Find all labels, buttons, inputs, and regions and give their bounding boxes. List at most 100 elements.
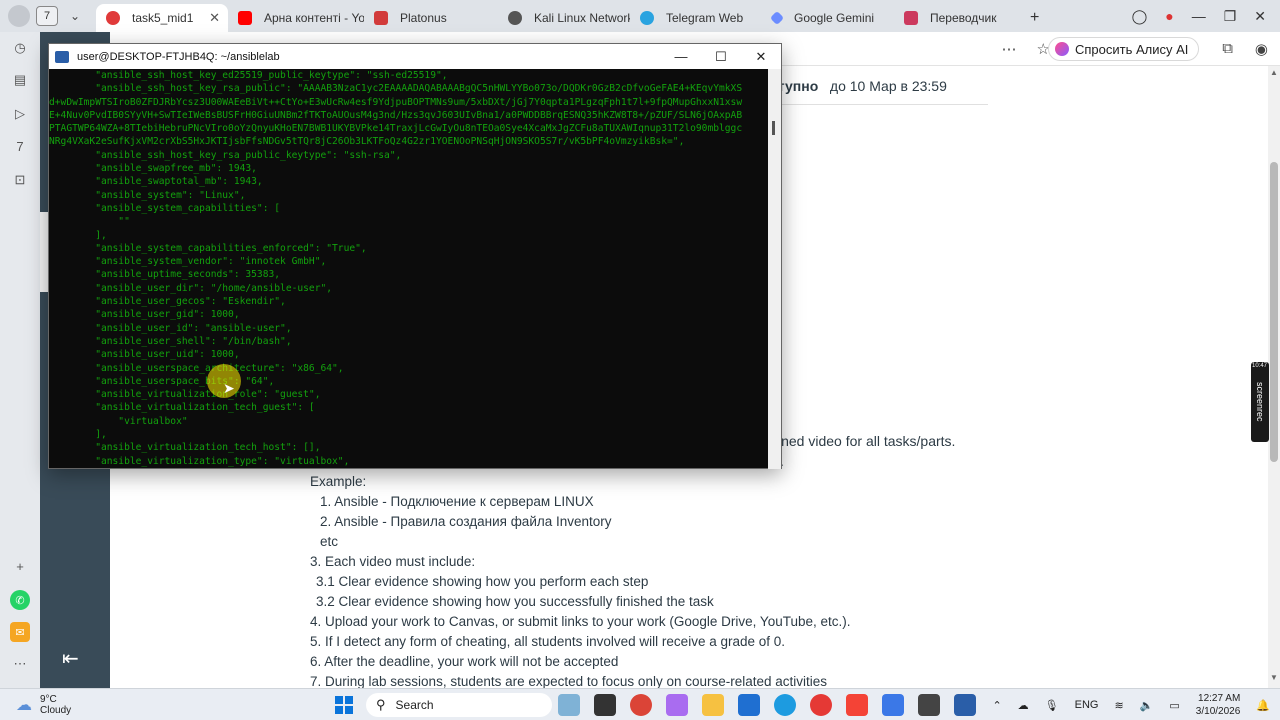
terminal-scrollbar[interactable] bbox=[768, 69, 781, 469]
tab-gemini[interactable]: Google Gemini bbox=[762, 4, 894, 32]
more-options-icon[interactable]: ⋯ bbox=[1002, 40, 1017, 58]
terminal-titlebar[interactable]: user@DESKTOP-FTJHB4Q: ~/ansiblelab — ☐ ✕ bbox=[49, 44, 781, 69]
file-explorer-icon[interactable] bbox=[702, 694, 724, 716]
instruction-5: 5. If I detect any form of cheating, all… bbox=[310, 634, 786, 649]
yandex-browser-icon[interactable] bbox=[846, 694, 868, 716]
tab-youtube[interactable]: Арна контенті - Yo bbox=[228, 4, 364, 32]
collections-icon[interactable]: ▤ bbox=[10, 70, 30, 90]
tab-label: Google Gemini bbox=[794, 11, 875, 25]
example-label: Example: bbox=[310, 474, 367, 489]
cloud-tray-icon[interactable]: ☁ bbox=[1018, 699, 1029, 712]
scroll-up-icon[interactable]: ▲ bbox=[1270, 68, 1278, 77]
weather-widget[interactable]: ☁ 9°C Cloudy bbox=[16, 689, 71, 720]
notification-bell-icon[interactable]: 🔔 bbox=[1256, 699, 1270, 712]
start-button[interactable] bbox=[335, 696, 353, 714]
tab-telegram[interactable]: Telegram Web bbox=[630, 4, 762, 32]
taskbar-search[interactable]: ⚲ Search bbox=[366, 693, 552, 717]
search-icon: ⚲ bbox=[376, 697, 386, 712]
recorder-icon[interactable] bbox=[918, 694, 940, 716]
terminal-line: "virtualbox" bbox=[49, 415, 188, 427]
terminal-output[interactable]: "ansible_ssh_host_key_ed25519_public_key… bbox=[49, 69, 769, 469]
instruction-7: 7. During lab sessions, students are exp… bbox=[310, 674, 828, 688]
wifi-icon[interactable]: ≋ bbox=[1114, 699, 1123, 712]
scroll-down-icon[interactable]: ▼ bbox=[1270, 673, 1278, 682]
tab-translator[interactable]: Переводчик bbox=[894, 4, 1022, 32]
ask-alice-button[interactable]: Спросить Алису AI bbox=[1048, 37, 1200, 61]
mail-app-icon[interactable] bbox=[738, 694, 760, 716]
tab-label: Telegram Web bbox=[666, 11, 744, 25]
instructions-fragment: ined video for all tasks/parts. bbox=[778, 433, 956, 449]
tab-label: Platonus bbox=[400, 11, 447, 25]
add-panel-icon[interactable]: + bbox=[10, 556, 30, 576]
screenrec-badge[interactable]: screenrec bbox=[1251, 362, 1269, 442]
mic-icon[interactable]: 🎙 bbox=[1045, 699, 1059, 712]
task-view-icon[interactable] bbox=[594, 694, 616, 716]
tab-left-controls: 7 ⌄ bbox=[0, 5, 96, 27]
tab-list-chevron-icon[interactable]: ⌄ bbox=[64, 9, 86, 23]
volume-icon[interactable]: 🔈 bbox=[1140, 699, 1154, 712]
tab-task5-mid1[interactable]: task5_mid1 ✕ bbox=[96, 4, 228, 32]
translator-favicon-icon bbox=[904, 11, 918, 25]
alice-label: Спросить Алису AI bbox=[1075, 41, 1189, 57]
terminal-window-controls: — ☐ ✕ bbox=[661, 49, 781, 65]
new-tab-button[interactable]: + bbox=[1022, 4, 1052, 32]
mail-icon[interactable]: ✉ bbox=[10, 622, 30, 642]
terminal-line: "ansible_system_capabilities": [ bbox=[49, 202, 281, 214]
system-tray: ⌃ ☁ 🎙 ENG ≋ 🔈 ▭ 12:27 AM 3/10/2026 🔔 bbox=[992, 689, 1280, 720]
terminal-line: "ansible_virtualization_tech_host": [], bbox=[49, 442, 321, 454]
weather-condition: Cloudy bbox=[40, 705, 72, 716]
notifications-icon[interactable]: ● bbox=[1165, 8, 1173, 24]
minimize-icon[interactable]: — bbox=[1192, 8, 1206, 24]
tab-count-button[interactable]: 7 bbox=[36, 6, 58, 26]
terminal-line: "ansible_system": "Linux", bbox=[49, 189, 246, 201]
browser-side-panel: ◷ ▤ ▷ 7 ⊡ + ✆ ✉ ⋯ bbox=[0, 32, 40, 688]
video-icon[interactable]: ▷ bbox=[10, 104, 30, 124]
assignment-instructions: Example: 1. Ansible - Подключение к серв… bbox=[310, 472, 851, 688]
clock[interactable]: 12:27 AM 3/10/2026 bbox=[1196, 692, 1241, 718]
battery-icon[interactable]: ▭ bbox=[1169, 699, 1179, 712]
chrome-icon[interactable] bbox=[630, 694, 652, 716]
terminal-title: user@DESKTOP-FTJHB4Q: ~/ansiblelab bbox=[77, 50, 280, 63]
terminal-line: PTAGTWP64WZA+8TIebiHebruPNcVIro0oYzQnyuK… bbox=[49, 123, 743, 135]
widgets-app-icon[interactable] bbox=[558, 694, 580, 716]
terminal-taskbar-icon[interactable] bbox=[954, 694, 976, 716]
tab-label: Kali Linux Networki bbox=[534, 11, 630, 25]
page-scrollbar[interactable]: ▲ ▼ bbox=[1268, 66, 1280, 688]
close-window-icon[interactable]: ✕ bbox=[1254, 8, 1266, 25]
language-indicator[interactable]: ENG bbox=[1075, 699, 1099, 711]
profile-icon[interactable] bbox=[8, 5, 30, 27]
tab-platonus[interactable]: Platonus bbox=[364, 4, 498, 32]
terminal-line: "ansible_system_vendor": "innotek GmbH", bbox=[49, 256, 327, 268]
profile-menu-icon[interactable]: ◉ bbox=[1255, 40, 1268, 58]
restore-icon[interactable]: ❐ bbox=[1224, 8, 1237, 25]
account-icon[interactable]: ◯ bbox=[1132, 8, 1148, 25]
scroll-thumb[interactable] bbox=[1270, 162, 1278, 462]
terminal-line: "ansible_user_uid": 1000, bbox=[49, 349, 240, 361]
instruction-3-1: 3.1 Clear evidence showing how you perfo… bbox=[316, 574, 649, 589]
terminal-line: "ansible_user_dir": "/home/ansible-user"… bbox=[49, 282, 333, 294]
terminal-line: "ansible_virtualization_type": "virtualb… bbox=[49, 455, 350, 467]
divider bbox=[760, 104, 988, 105]
tab-7-icon[interactable]: 7 bbox=[10, 136, 30, 156]
more-icon[interactable]: ⋯ bbox=[10, 654, 30, 674]
example-etc: etc bbox=[320, 534, 339, 549]
close-tab-icon[interactable]: ✕ bbox=[209, 10, 220, 26]
whatsapp-icon[interactable]: ✆ bbox=[10, 590, 30, 610]
terminal-scroll-thumb[interactable] bbox=[772, 121, 775, 135]
edge-icon[interactable] bbox=[774, 694, 796, 716]
history-icon[interactable]: ◷ bbox=[10, 38, 30, 58]
terminal-close-icon[interactable]: ✕ bbox=[741, 49, 781, 65]
share-icon[interactable]: ⧉ bbox=[1222, 40, 1233, 58]
collapse-nav-icon[interactable]: ⇤ bbox=[62, 646, 79, 671]
yandex-icon[interactable] bbox=[810, 694, 832, 716]
tray-chevron-icon[interactable]: ⌃ bbox=[992, 699, 1001, 712]
tab-label: Переводчик bbox=[930, 11, 997, 25]
screenshot-icon[interactable]: ⊡ bbox=[10, 170, 30, 190]
terminal-window[interactable]: user@DESKTOP-FTJHB4Q: ~/ansiblelab — ☐ ✕… bbox=[48, 43, 782, 469]
terminal-maximize-icon[interactable]: ☐ bbox=[701, 49, 741, 65]
window-controls: ◯ ● — ❐ ✕ bbox=[1132, 8, 1280, 25]
terminal-minimize-icon[interactable]: — bbox=[661, 49, 701, 65]
copilot-icon[interactable] bbox=[666, 694, 688, 716]
tab-kali[interactable]: Kali Linux Networki bbox=[498, 4, 630, 32]
vscode-icon[interactable] bbox=[882, 694, 904, 716]
